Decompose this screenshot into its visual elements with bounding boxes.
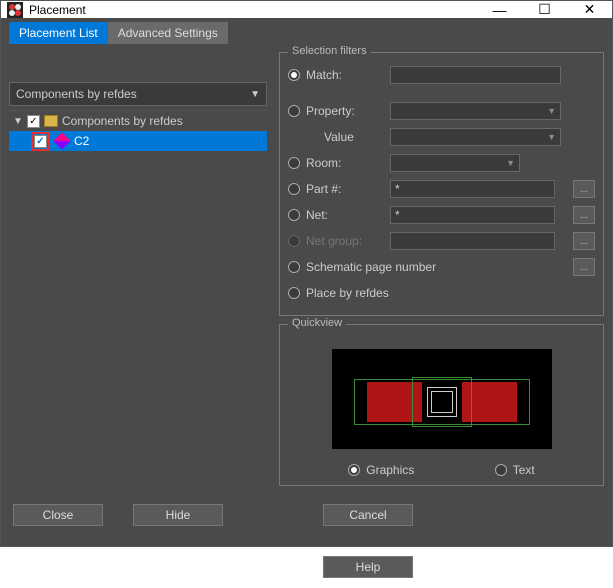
radio-graphics[interactable] bbox=[348, 464, 360, 476]
tree-item-checkbox[interactable] bbox=[34, 135, 47, 148]
view-mode-dropdown[interactable]: Components by refdes ▼ bbox=[9, 82, 267, 106]
app-icon bbox=[7, 2, 23, 18]
tab-bar: Placement List Advanced Settings bbox=[1, 18, 612, 44]
cancel-button[interactable]: Cancel bbox=[323, 504, 413, 526]
window-title: Placement bbox=[29, 3, 477, 17]
right-panel: Selection filters Match: Property: ▼ Val… bbox=[279, 52, 604, 486]
close-button[interactable]: Close bbox=[13, 504, 103, 526]
qv-radio-graphics-item[interactable]: Graphics bbox=[348, 463, 414, 477]
left-panel: Components by refdes ▼ ▼ ✓ Components by… bbox=[9, 52, 267, 486]
label-property: Property: bbox=[306, 104, 384, 118]
label-graphics: Graphics bbox=[366, 463, 414, 477]
placement-dialog: Placement — ☐ ✕ Placement List Advanced … bbox=[0, 0, 613, 547]
component-tree[interactable]: ▼ ✓ Components by refdes C2 bbox=[9, 110, 267, 486]
more-net-button[interactable]: ... bbox=[573, 206, 595, 224]
tab-placement-list[interactable]: Placement List bbox=[9, 22, 108, 44]
highlight-box bbox=[31, 132, 50, 151]
tree-item-label: C2 bbox=[74, 134, 89, 148]
chevron-down-icon: ▼ bbox=[547, 132, 556, 142]
input-part[interactable] bbox=[390, 180, 555, 198]
input-net[interactable] bbox=[390, 206, 555, 224]
dialog-body: Components by refdes ▼ ▼ ✓ Components by… bbox=[1, 44, 612, 494]
chevron-down-icon: ▼ bbox=[547, 106, 556, 116]
selection-filters-legend: Selection filters bbox=[288, 45, 371, 57]
footer-left-group: Close Hide bbox=[13, 504, 223, 578]
quickview-canvas bbox=[332, 349, 552, 449]
chevron-down-icon: ▼ bbox=[506, 158, 515, 168]
label-property-value: Value bbox=[324, 130, 384, 144]
minimize-button[interactable]: — bbox=[477, 1, 522, 18]
label-schematic: Schematic page number bbox=[306, 260, 436, 274]
footer: Close Hide Cancel Help bbox=[1, 494, 612, 588]
quickview-legend: Quickview bbox=[288, 317, 346, 329]
tab-advanced-settings[interactable]: Advanced Settings bbox=[108, 22, 228, 44]
label-text: Text bbox=[513, 463, 535, 477]
radio-property[interactable] bbox=[288, 105, 300, 117]
more-part-button[interactable]: ... bbox=[573, 180, 595, 198]
label-part: Part #: bbox=[306, 182, 384, 196]
more-netgroup-button[interactable]: ... bbox=[573, 232, 595, 250]
input-match[interactable] bbox=[390, 66, 561, 84]
maximize-button[interactable]: ☐ bbox=[522, 1, 567, 18]
radio-net[interactable] bbox=[288, 209, 300, 221]
qv-radio-text-item[interactable]: Text bbox=[495, 463, 535, 477]
quickview-mode-radios: Graphics Text bbox=[288, 459, 595, 477]
tree-item-c2[interactable]: C2 bbox=[9, 131, 267, 151]
label-netgroup: Net group: bbox=[306, 234, 384, 248]
selection-filters-group: Selection filters Match: Property: ▼ Val… bbox=[279, 52, 604, 316]
tree-root-row[interactable]: ▼ ✓ Components by refdes bbox=[9, 111, 267, 131]
view-mode-label: Components by refdes bbox=[16, 87, 137, 101]
input-netgroup bbox=[390, 232, 555, 250]
folder-icon bbox=[44, 115, 58, 127]
radio-match[interactable] bbox=[288, 69, 300, 81]
help-button[interactable]: Help bbox=[323, 556, 413, 578]
radio-place-by-refdes[interactable] bbox=[288, 287, 300, 299]
chevron-down-icon: ▼ bbox=[250, 89, 260, 100]
radio-text[interactable] bbox=[495, 464, 507, 476]
radio-schematic[interactable] bbox=[288, 261, 300, 273]
label-match: Match: bbox=[306, 68, 384, 82]
combo-room[interactable]: ▼ bbox=[390, 154, 520, 172]
close-window-button[interactable]: ✕ bbox=[567, 1, 612, 18]
label-place-by-refdes: Place by refdes bbox=[306, 286, 389, 300]
more-schematic-button[interactable]: ... bbox=[573, 258, 595, 276]
combo-property[interactable]: ▼ bbox=[390, 102, 561, 120]
footer-right-group: Cancel Help bbox=[323, 504, 600, 578]
quickview-group: Quickview Graphics Text bbox=[279, 324, 604, 486]
tree-expand-icon[interactable]: ▼ bbox=[13, 116, 23, 127]
radio-netgroup[interactable] bbox=[288, 235, 300, 247]
label-room: Room: bbox=[306, 156, 384, 170]
label-net: Net: bbox=[306, 208, 384, 222]
qv-inner-2 bbox=[431, 391, 453, 413]
tree-root-label: Components by refdes bbox=[62, 114, 183, 128]
component-icon bbox=[54, 133, 71, 150]
titlebar: Placement — ☐ ✕ bbox=[1, 1, 612, 18]
tree-root-checkbox[interactable]: ✓ bbox=[27, 115, 40, 128]
radio-part[interactable] bbox=[288, 183, 300, 195]
radio-room[interactable] bbox=[288, 157, 300, 169]
window-buttons: — ☐ ✕ bbox=[477, 1, 612, 18]
combo-property-value[interactable]: ▼ bbox=[390, 128, 561, 146]
hide-button[interactable]: Hide bbox=[133, 504, 223, 526]
